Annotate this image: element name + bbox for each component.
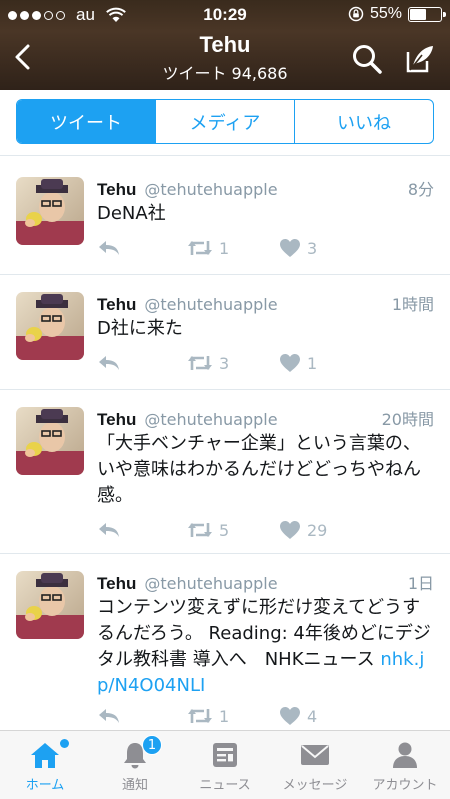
- retweet-icon: [188, 523, 212, 537]
- tweet-author-name[interactable]: Tehu: [97, 574, 136, 594]
- divider: [0, 155, 450, 156]
- like-button[interactable]: 29: [279, 518, 327, 542]
- like-button[interactable]: 3: [279, 236, 317, 260]
- retweet-icon: [188, 709, 212, 723]
- tab-home[interactable]: ホーム: [0, 731, 90, 799]
- new-content-dot: [60, 739, 69, 748]
- reply-icon: [99, 241, 119, 255]
- like-button[interactable]: 4: [279, 704, 317, 728]
- tweet-author-name[interactable]: Tehu: [97, 295, 136, 315]
- retweet-button[interactable]: 1: [187, 236, 229, 260]
- like-button[interactable]: 1: [279, 351, 317, 375]
- person-icon: [393, 742, 417, 768]
- tweet-timestamp: 8分: [407, 180, 434, 199]
- reply-button[interactable]: [97, 518, 121, 542]
- home-icon: [31, 743, 59, 768]
- retweet-count: 3: [219, 353, 230, 373]
- reply-button[interactable]: [97, 351, 121, 375]
- tweet-text: 「大手ベンチャー企業」という言葉の、いや意味はわかるんだけどどっちやねん感。: [97, 433, 421, 506]
- tab-messages[interactable]: メッセージ: [270, 731, 360, 799]
- tweet-text: D社に来た: [97, 318, 183, 339]
- heart-icon: [280, 707, 300, 725]
- profile-segmented-control: ツイート メディア いいね: [16, 99, 434, 144]
- avatar[interactable]: [16, 292, 84, 360]
- retweet-icon: [188, 241, 212, 255]
- tab-tweets[interactable]: ツイート: [17, 100, 156, 143]
- retweet-count: 5: [219, 520, 230, 540]
- heart-icon: [280, 239, 300, 257]
- status-bar: au 10:29 55%: [0, 0, 450, 30]
- tweet-author-handle: @tehutehuapple: [144, 180, 278, 199]
- tweet-actions: 1 4: [97, 704, 417, 728]
- battery-percent: 55%: [369, 5, 402, 22]
- reply-button[interactable]: [97, 236, 121, 260]
- retweet-button[interactable]: 5: [187, 518, 229, 542]
- tweet-timestamp: 1時間: [391, 295, 434, 314]
- profile-header: au 10:29 55% Tehu ツイート 94,686: [0, 0, 450, 90]
- tab-notifications-label: 通知: [121, 778, 148, 793]
- reply-button[interactable]: [97, 704, 121, 728]
- battery-area: 55%: [348, 5, 446, 23]
- rotation-lock-icon: [348, 6, 364, 22]
- tweet-header: Tehu @tehutehuapple 1時間: [97, 291, 434, 315]
- avatar[interactable]: [16, 571, 84, 639]
- tweet-item[interactable]: Tehu @tehutehuapple 1時間 D社に来た 3 1: [0, 275, 450, 390]
- tab-account-label: アカウント: [372, 778, 438, 793]
- like-count: 3: [307, 238, 318, 258]
- tweet-header: Tehu @tehutehuapple 1日: [97, 570, 434, 594]
- envelope-icon: [301, 745, 329, 765]
- tweet-actions: 3 1: [97, 351, 417, 375]
- heart-icon: [280, 521, 300, 539]
- news-icon: [213, 743, 237, 767]
- tweet-item[interactable]: Tehu @tehutehuapple 1日 コンテンツ変えずに形だけ変えてどう…: [0, 554, 450, 734]
- tweet-timestamp: 20時間: [381, 410, 434, 429]
- reply-icon: [99, 356, 119, 370]
- tweet-author-handle: @tehutehuapple: [144, 410, 278, 429]
- tweet-item[interactable]: Tehu @tehutehuapple 8分 DeNA社 1 3: [0, 160, 450, 275]
- retweet-count: 1: [219, 706, 230, 726]
- tab-account[interactable]: アカウント: [360, 731, 450, 799]
- tweet-author-name[interactable]: Tehu: [97, 410, 136, 430]
- tweet-author-handle: @tehutehuapple: [144, 574, 278, 593]
- tab-messages-label: メッセージ: [282, 778, 348, 793]
- tweet-item[interactable]: Tehu @tehutehuapple 20時間 「大手ベンチャー企業」という言…: [0, 390, 450, 554]
- tweet-header: Tehu @tehutehuapple 20時間: [97, 406, 434, 430]
- notification-badge: 1: [142, 735, 162, 755]
- tab-news[interactable]: ニュース: [180, 731, 270, 799]
- avatar[interactable]: [16, 177, 84, 245]
- battery-icon: [408, 6, 446, 22]
- retweet-button[interactable]: 1: [187, 704, 229, 728]
- reply-icon: [99, 709, 119, 723]
- tweet-text-block: DeNA社: [97, 201, 436, 227]
- tab-notifications[interactable]: 1 通知: [90, 731, 180, 799]
- tweet-header: Tehu @tehutehuapple 8分: [97, 176, 434, 200]
- tab-home-label: ホーム: [25, 778, 65, 793]
- tab-likes[interactable]: いいね: [295, 100, 433, 143]
- tweet-actions: 1 3: [97, 236, 417, 260]
- tweet-actions: 5 29: [97, 518, 417, 542]
- reply-icon: [99, 523, 119, 537]
- compose-button[interactable]: [402, 42, 436, 76]
- retweet-icon: [188, 356, 212, 370]
- tab-media[interactable]: メディア: [156, 100, 295, 143]
- tweet-text-block: 「大手ベンチャー企業」という言葉の、いや意味はわかるんだけどどっちやねん感。: [97, 431, 436, 509]
- like-count: 1: [307, 353, 318, 373]
- tweet-author-handle: @tehutehuapple: [144, 295, 278, 314]
- avatar[interactable]: [16, 407, 84, 475]
- like-count: 4: [307, 706, 318, 726]
- tweet-text-block: コンテンツ変えずに形だけ変えてどうするんだろう。 Reading: 4年後めどに…: [97, 595, 436, 699]
- heart-icon: [280, 354, 300, 372]
- search-button[interactable]: [350, 42, 384, 76]
- tweet-author-name[interactable]: Tehu: [97, 180, 136, 200]
- like-count: 29: [307, 520, 328, 540]
- tab-bar: ホーム 1 通知 ニュース メッセージ アカウント: [0, 730, 450, 799]
- tweet-text-block: D社に来た: [97, 316, 436, 342]
- tab-news-label: ニュース: [199, 778, 251, 793]
- retweet-count: 1: [219, 238, 230, 258]
- tweet-text: DeNA社: [97, 203, 166, 224]
- tweet-timestamp: 1日: [407, 574, 434, 593]
- retweet-button[interactable]: 3: [187, 351, 229, 375]
